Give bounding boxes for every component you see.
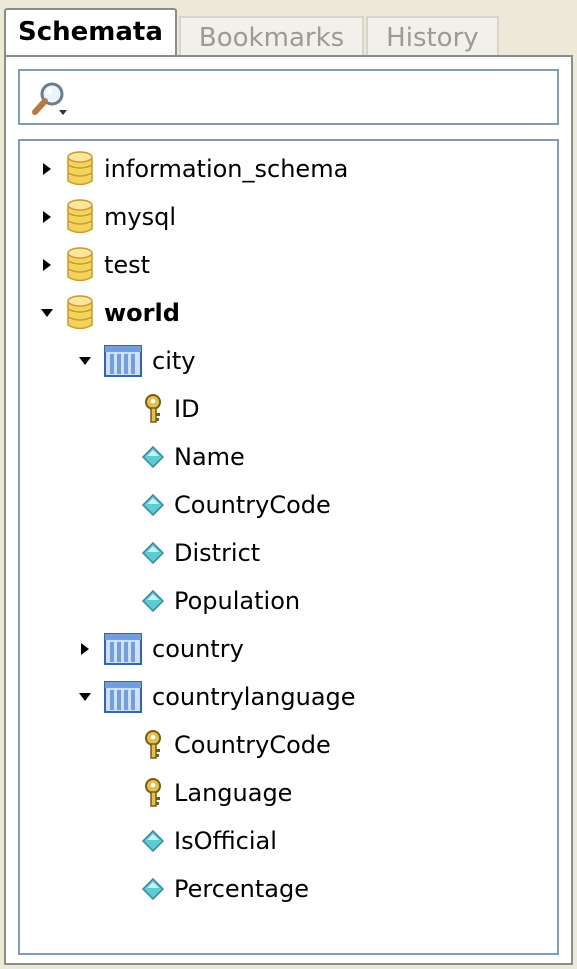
tree-expander <box>112 433 134 481</box>
tree-expander <box>112 817 134 865</box>
tree-expander <box>112 529 134 577</box>
schema-item-world[interactable]: world <box>36 289 180 337</box>
tree-expander[interactable] <box>74 673 96 721</box>
column-item-ID[interactable]: ID <box>112 385 200 433</box>
schema-item-test[interactable]: test <box>36 241 150 289</box>
database-icon <box>67 295 93 330</box>
schema-item-mysql[interactable]: mysql <box>36 193 176 241</box>
tab-bar: Schemata Bookmarks History <box>4 8 499 56</box>
column-icon <box>142 590 164 612</box>
database-icon <box>67 151 93 186</box>
magnifier-dropdown-icon[interactable] <box>30 79 70 119</box>
schema-item-information_schema[interactable]: information_schema <box>36 145 348 193</box>
tree-expander <box>112 865 134 913</box>
collapsed-arrow-icon[interactable] <box>40 258 54 272</box>
table-icon <box>104 681 142 713</box>
table-item-countrylanguage[interactable]: countrylanguage <box>74 673 356 721</box>
collapsed-arrow-icon[interactable] <box>78 642 92 656</box>
tree-expander[interactable] <box>36 241 58 289</box>
tree-item-label: Population <box>174 587 301 615</box>
tree-item-label: District <box>174 539 261 567</box>
tree-item-label: CountryCode <box>174 731 331 759</box>
tree-item-label: mysql <box>104 203 176 231</box>
database-icon <box>67 247 93 282</box>
primary-key-icon <box>145 394 161 423</box>
collapsed-arrow-icon[interactable] <box>40 162 54 176</box>
tree-item-label: Name <box>174 443 245 471</box>
column-item-Language[interactable]: Language <box>112 769 292 817</box>
collapsed-arrow-icon[interactable] <box>40 210 54 224</box>
column-item-CountryCode[interactable]: CountryCode <box>112 481 331 529</box>
tree-item-label: CountryCode <box>174 491 331 519</box>
column-item-Percentage[interactable]: Percentage <box>112 865 309 913</box>
table-item-city[interactable]: city <box>74 337 195 385</box>
search-box[interactable] <box>18 69 559 125</box>
tree-item-label: Percentage <box>174 875 310 903</box>
search-input[interactable] <box>76 77 549 117</box>
expanded-arrow-icon[interactable] <box>78 354 92 368</box>
tab-bookmarks[interactable]: Bookmarks <box>178 16 365 56</box>
tree-item-label: countrylanguage <box>152 683 356 711</box>
column-icon <box>142 830 164 852</box>
column-item-Name[interactable]: Name <box>112 433 245 481</box>
tree-item-label: Language <box>174 779 293 807</box>
tree-expander[interactable] <box>36 289 58 337</box>
table-item-country[interactable]: country <box>74 625 244 673</box>
column-item-District[interactable]: District <box>112 529 260 577</box>
tree-expander[interactable] <box>74 337 96 385</box>
column-item-IsOfficial[interactable]: IsOfficial <box>112 817 277 865</box>
database-icon <box>67 199 93 234</box>
tree-expander[interactable] <box>74 625 96 673</box>
tree-expander <box>112 481 134 529</box>
tab-schemata[interactable]: Schemata <box>4 8 177 56</box>
tree-item-label: country <box>152 635 244 663</box>
column-icon <box>142 878 164 900</box>
tree-expander[interactable] <box>36 145 58 193</box>
tree-item-label: city <box>152 347 196 375</box>
tree-expander[interactable] <box>36 193 58 241</box>
tree-item-label: test <box>104 251 151 279</box>
primary-key-icon <box>145 778 161 807</box>
table-icon <box>104 633 142 665</box>
tree-item-label: IsOfficial <box>174 827 277 855</box>
schema-sidebar-panel: Schemata Bookmarks History information_s… <box>0 0 577 969</box>
column-icon <box>142 494 164 516</box>
tree-item-label: world <box>104 299 180 327</box>
tab-history[interactable]: History <box>366 16 499 56</box>
column-item-Population[interactable]: Population <box>112 577 300 625</box>
tree-item-label: information_schema <box>104 155 349 183</box>
table-icon <box>104 345 142 377</box>
expanded-arrow-icon[interactable] <box>78 690 92 704</box>
tab-content: information_schemamysql test world city ID Na… <box>4 57 573 965</box>
expanded-arrow-icon[interactable] <box>40 306 54 320</box>
column-item-CountryCode[interactable]: CountryCode <box>112 721 331 769</box>
primary-key-icon <box>145 730 161 759</box>
schema-tree[interactable]: information_schemamysql test world city ID Na… <box>18 139 559 955</box>
tree-expander <box>112 721 134 769</box>
tree-expander <box>112 385 134 433</box>
column-icon <box>142 542 164 564</box>
column-icon <box>142 446 164 468</box>
tree-expander <box>112 577 134 625</box>
tree-item-label: ID <box>174 395 200 423</box>
tree-expander <box>112 769 134 817</box>
